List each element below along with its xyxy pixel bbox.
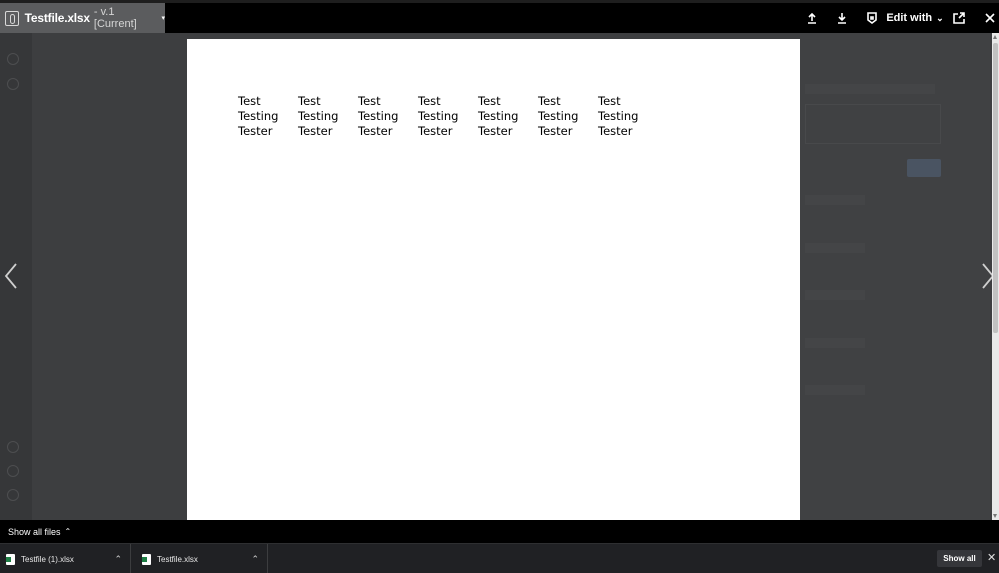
caret-down-icon: ▾: [161, 15, 165, 22]
permissions-button[interactable]: [864, 3, 880, 33]
open-external-button[interactable]: [951, 3, 967, 33]
sheet-cell: Test: [418, 94, 441, 108]
chevron-up-icon: ⌃: [64, 527, 72, 536]
background-text-line: [805, 195, 865, 205]
sheet-cell: Test: [298, 94, 321, 108]
sheet-cell: Testing: [598, 109, 639, 123]
shield-lock-icon: [867, 12, 877, 24]
background-help-icon: [7, 489, 19, 501]
preview-scrollbar[interactable]: [992, 33, 999, 520]
excel-file-icon: [6, 553, 15, 565]
sheet-cell: Test: [358, 94, 381, 108]
attachment-file-icon: [5, 10, 19, 26]
scroll-up-icon[interactable]: [993, 35, 997, 39]
download-shelf: Testfile (1).xlsx ⌃ Testfile.xlsx ⌃ Show…: [0, 543, 999, 573]
download-file-name: Testfile.xlsx: [157, 554, 198, 564]
close-viewer-button[interactable]: [982, 3, 998, 33]
edit-with-button[interactable]: Edit with ⌄: [884, 3, 946, 33]
show-all-files-button[interactable]: Show all files ⌃: [0, 520, 999, 543]
scroll-thumb[interactable]: [993, 43, 998, 333]
sheet-cell: Tester: [238, 124, 273, 138]
file-name: Testfile.xlsx: [24, 11, 90, 25]
sheet-cell: Tester: [418, 124, 453, 138]
sheet-cell: Testing: [238, 109, 279, 123]
sheet-cell: Test: [478, 94, 501, 108]
chevron-up-icon[interactable]: ⌃: [251, 554, 259, 565]
screen: Testfile.xlsx - v.1 [Current] ▾ Edit wit…: [0, 0, 999, 573]
sheet-cell: Testing: [538, 109, 579, 123]
download-file-name: Testfile (1).xlsx: [21, 554, 74, 564]
background-history-icon: [7, 53, 19, 65]
sheet-cell: Test: [598, 94, 621, 108]
chevron-up-icon[interactable]: ⌃: [114, 554, 122, 565]
close-icon: [985, 13, 995, 23]
sheet-cell: Testing: [358, 109, 399, 123]
file-version-label: - v.1 [Current]: [93, 6, 137, 30]
upload-icon: [808, 12, 816, 24]
download-icon: [838, 13, 846, 24]
sheet-cell: Test: [538, 94, 561, 108]
spreadsheet-preview: Test Test Test Test Test Test Test Testi…: [187, 39, 800, 520]
sheet-cell: Testing: [298, 109, 339, 123]
download-item[interactable]: Testfile (1).xlsx ⌃: [0, 544, 131, 573]
download-button[interactable]: [834, 3, 850, 33]
background-text-line: [805, 84, 935, 94]
previous-file-button[interactable]: [3, 262, 19, 290]
chevron-left-icon: [4, 263, 17, 289]
sheet-cell: Testing: [478, 109, 519, 123]
background-text-line: [805, 385, 865, 395]
background-comment-box: [805, 104, 941, 144]
open-external-icon: [953, 12, 965, 24]
background-text-line: [805, 243, 865, 253]
show-all-downloads-button[interactable]: Show all: [937, 550, 982, 567]
scroll-down-icon[interactable]: [993, 514, 997, 518]
background-grid-icon: [7, 465, 19, 477]
sheet-cell: Tester: [538, 124, 573, 138]
close-icon[interactable]: ✕: [987, 551, 997, 565]
chevron-down-icon: ⌄: [936, 12, 944, 23]
excel-file-icon: [142, 553, 151, 565]
background-rocket-icon: [7, 441, 19, 453]
file-version-selector[interactable]: Testfile.xlsx - v.1 [Current] ▾: [0, 3, 165, 33]
sheet-cell: Testing: [418, 109, 459, 123]
sheet-cell: Test: [238, 94, 261, 108]
show-all-files-label: Show all files: [8, 526, 61, 537]
upload-button[interactable]: [804, 3, 820, 33]
background-text-line: [805, 338, 865, 348]
viewer-toolbar: Testfile.xlsx - v.1 [Current] ▾ Edit wit…: [0, 3, 999, 33]
background-text-line: [805, 290, 865, 300]
background-search-icon: [7, 78, 19, 90]
edit-with-label: Edit with: [886, 12, 933, 24]
sheet-cell: Tester: [298, 124, 333, 138]
sheet-cell: Tester: [358, 124, 393, 138]
download-item[interactable]: Testfile.xlsx ⌃: [136, 544, 268, 573]
sheet-cells: Test Test Test Test Test Test Test Testi…: [238, 94, 658, 139]
sheet-cell: Tester: [478, 124, 513, 138]
background-send-button: [907, 159, 941, 177]
sheet-cell: Tester: [598, 124, 633, 138]
